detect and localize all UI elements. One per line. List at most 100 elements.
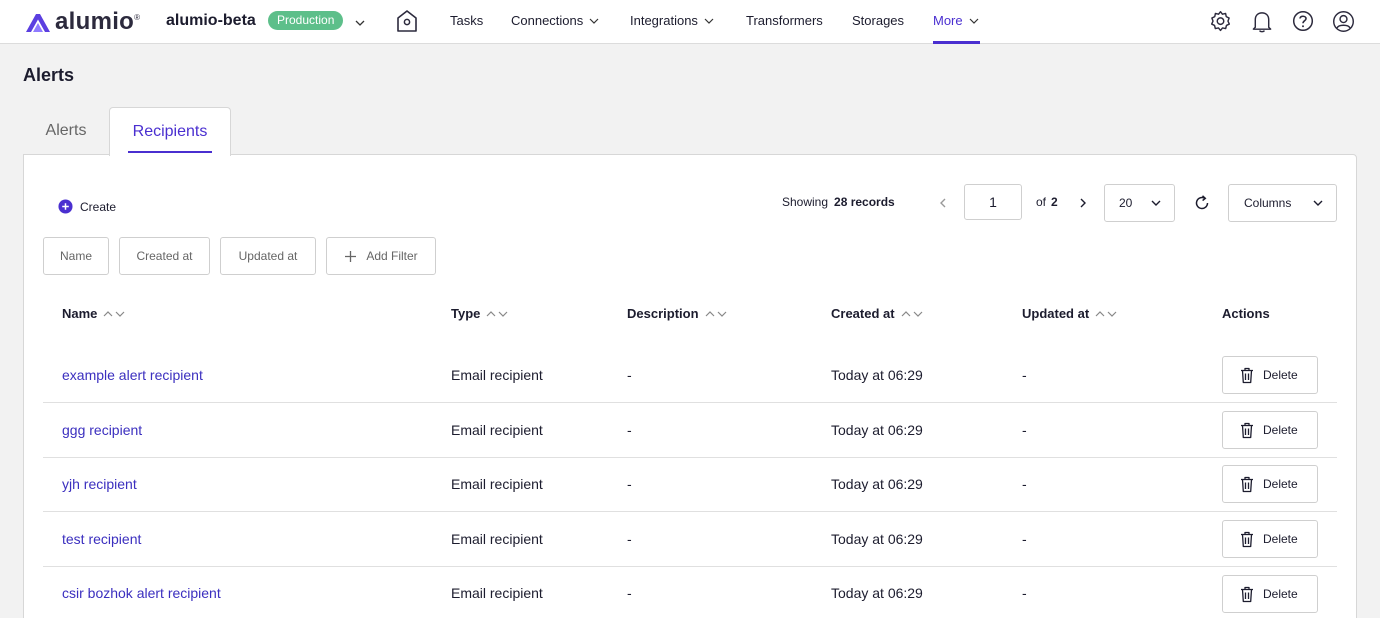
settings-icon[interactable]: [1209, 10, 1232, 38]
trash-icon: [1241, 531, 1253, 547]
filter-created-at-label: Created at: [136, 249, 193, 263]
filter-created-at[interactable]: Created at: [119, 237, 210, 275]
delete-button[interactable]: Delete: [1222, 465, 1318, 503]
recipient-description: -: [627, 585, 632, 601]
sort-icon[interactable]: [901, 309, 925, 319]
logo-wordmark: alumio: [55, 8, 135, 35]
recipient-description: -: [627, 476, 632, 492]
total-pages: of 2: [1036, 195, 1058, 209]
recipient-name-link[interactable]: ggg recipient: [62, 422, 142, 438]
showing-label: Showing: [782, 195, 829, 209]
nav-integrations[interactable]: Integrations: [630, 13, 714, 28]
add-filter-button[interactable]: Add Filter: [326, 237, 436, 275]
trash-icon: [1241, 422, 1253, 438]
refresh-icon: [1195, 195, 1209, 210]
home-icon[interactable]: [396, 9, 418, 38]
recipient-name-link[interactable]: example alert recipient: [62, 367, 203, 383]
column-created-label: Created at: [831, 306, 895, 321]
tab-alerts[interactable]: Alerts: [23, 107, 109, 155]
alumio-logo[interactable]: alumio ®: [23, 8, 140, 35]
chevron-down-icon: [589, 18, 599, 24]
records-count: Showing 28 records: [782, 195, 895, 209]
recipient-created-at: Today at 06:29: [831, 422, 923, 438]
chevron-down-icon: [969, 18, 979, 24]
page-size-value: 20: [1119, 196, 1133, 210]
nav-more[interactable]: More: [933, 13, 979, 28]
sort-icon[interactable]: [486, 309, 510, 319]
nav-storages-label: Storages: [852, 13, 905, 28]
chevron-down-icon: [704, 18, 714, 24]
nav-tasks[interactable]: Tasks: [450, 13, 483, 28]
recipient-description: -: [627, 367, 632, 383]
project-name[interactable]: alumio-beta: [166, 12, 256, 30]
recipient-updated-at: -: [1022, 367, 1027, 383]
alumio-logo-icon: [26, 14, 50, 32]
column-type-label: Type: [451, 306, 481, 321]
delete-label: Delete: [1263, 532, 1298, 546]
help-icon[interactable]: [1292, 10, 1314, 37]
recipient-name-link[interactable]: yjh recipient: [62, 476, 137, 492]
filter-updated-at[interactable]: Updated at: [220, 237, 316, 275]
column-header-name[interactable]: Name: [62, 306, 127, 321]
delete-button[interactable]: Delete: [1222, 411, 1318, 449]
create-button[interactable]: Create: [58, 199, 116, 214]
delete-button[interactable]: Delete: [1222, 356, 1318, 394]
nav-active-indicator: [933, 41, 980, 44]
sort-icon[interactable]: [1095, 309, 1119, 319]
column-header-updated-at[interactable]: Updated at: [1022, 306, 1119, 321]
delete-button[interactable]: Delete: [1222, 575, 1318, 613]
columns-label: Columns: [1244, 196, 1292, 210]
column-name-label: Name: [62, 306, 98, 321]
column-header-description[interactable]: Description: [627, 306, 729, 321]
nav-integrations-label: Integrations: [630, 13, 698, 28]
delete-label: Delete: [1263, 423, 1298, 437]
nav-transformers-label: Transformers: [746, 13, 823, 28]
tab-alerts-label: Alerts: [45, 122, 87, 139]
delete-button[interactable]: Delete: [1222, 520, 1318, 558]
nav-storages[interactable]: Storages: [852, 13, 904, 28]
tab-recipients[interactable]: Recipients: [109, 107, 231, 156]
filter-name[interactable]: Name: [43, 237, 109, 275]
sort-icon[interactable]: [103, 309, 127, 319]
bell-icon[interactable]: [1252, 10, 1272, 38]
page-size-select[interactable]: 20: [1104, 184, 1175, 222]
recipients-panel: [23, 154, 1357, 618]
page-title: Alerts: [23, 65, 75, 85]
recipient-updated-at: -: [1022, 531, 1027, 547]
recipient-name-link[interactable]: test recipient: [62, 531, 141, 547]
tab-active-indicator: [128, 151, 212, 153]
sort-icon[interactable]: [705, 309, 729, 319]
user-icon[interactable]: [1332, 10, 1355, 38]
refresh-button[interactable]: [1193, 194, 1211, 217]
column-updated-label: Updated at: [1022, 306, 1090, 321]
column-actions-label: Actions: [1222, 306, 1270, 321]
chevron-down-icon[interactable]: [355, 15, 365, 33]
column-header-type[interactable]: Type: [451, 306, 510, 321]
recipient-updated-at: -: [1022, 476, 1027, 492]
top-navigation-bar: alumio ® alumio-beta Production Tasks Co…: [0, 0, 1380, 44]
tab-recipients-label: Recipients: [132, 123, 208, 140]
recipient-name-link[interactable]: csir bozhok alert recipient: [62, 585, 221, 601]
page-number-input[interactable]: [964, 184, 1022, 220]
recipient-created-at: Today at 06:29: [831, 585, 923, 601]
records-value: 28 records: [834, 195, 895, 209]
columns-button[interactable]: Columns: [1228, 184, 1337, 222]
recipient-created-at: Today at 06:29: [831, 476, 923, 492]
recipient-created-at: Today at 06:29: [831, 531, 923, 547]
column-header-created-at[interactable]: Created at: [831, 306, 925, 321]
previous-page-button[interactable]: [937, 196, 949, 214]
environment-badge[interactable]: Production: [268, 11, 344, 30]
recipient-type: Email recipient: [451, 476, 543, 492]
trash-icon: [1241, 586, 1253, 602]
nav-transformers[interactable]: Transformers: [746, 13, 823, 28]
filter-updated-at-label: Updated at: [238, 249, 298, 263]
chevron-left-icon: [940, 198, 946, 208]
row-divider: [43, 402, 1337, 403]
next-page-button[interactable]: [1077, 196, 1089, 214]
recipient-type: Email recipient: [451, 585, 543, 601]
nav-connections[interactable]: Connections: [511, 13, 599, 28]
chevron-right-icon: [1080, 198, 1086, 208]
recipient-updated-at: -: [1022, 422, 1027, 438]
plus-icon: [345, 250, 357, 262]
recipient-updated-at: -: [1022, 585, 1027, 601]
